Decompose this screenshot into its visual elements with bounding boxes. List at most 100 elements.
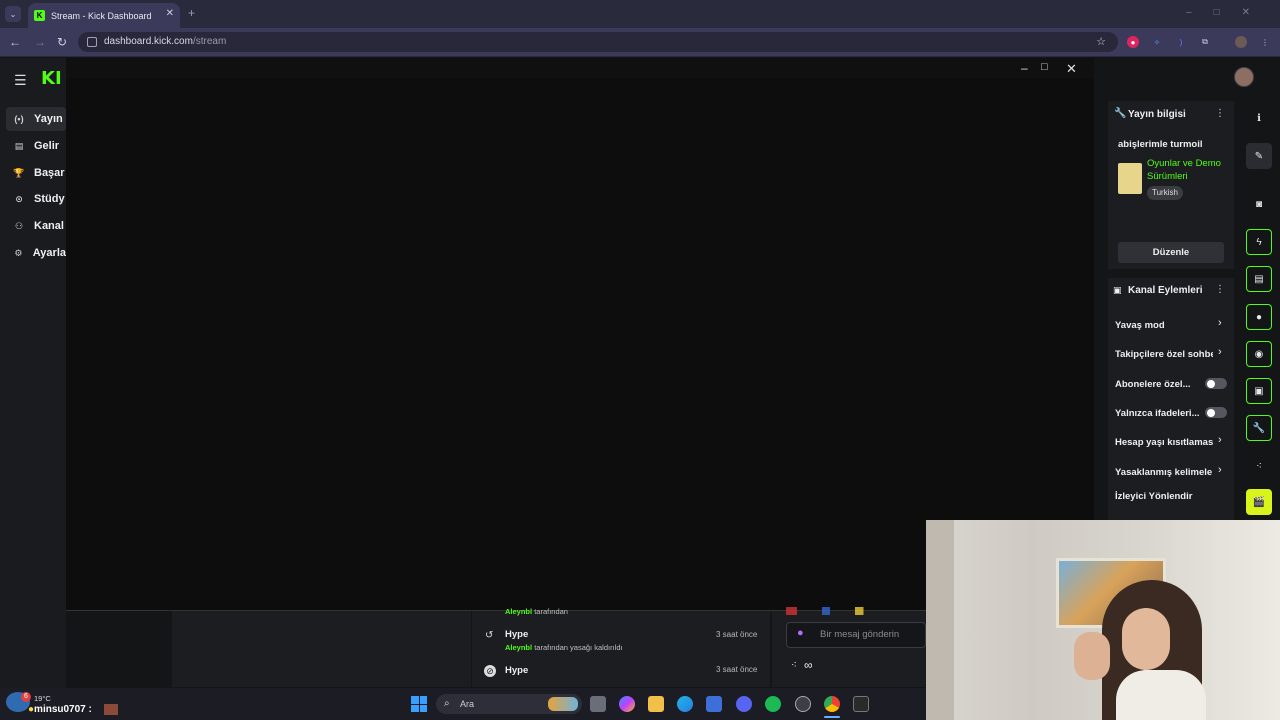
sidebar-item-basarimlar[interactable]: 🏆 Başar <box>0 161 66 185</box>
channel-actions-icon[interactable]: ▣ <box>1246 378 1272 404</box>
wrench-icon: 🔧 <box>1114 108 1127 119</box>
url-domain: dashboard.kick.com <box>104 36 193 47</box>
store-icon[interactable] <box>706 696 722 712</box>
hamburger-menu-icon[interactable]: ☰ <box>14 72 27 89</box>
sidebar-item-yayin[interactable]: (•) Yayın <box>6 107 66 131</box>
reload-icon[interactable]: ↻ <box>57 35 67 49</box>
webcam-person-hand <box>1074 632 1110 680</box>
panel-menu-icon[interactable]: ⋮ <box>1215 108 1225 119</box>
user-label-emote-icon <box>104 704 118 715</box>
sidebar-item-label: Stüdy <box>34 193 65 205</box>
log-time: 3 saat önce <box>716 630 758 639</box>
popup-titlebar[interactable] <box>66 58 1094 78</box>
sidebar-item-gelir[interactable]: ▤ Gelir <box>0 134 66 158</box>
sidebar-item-label: Ayarla <box>32 247 66 259</box>
translate-extension-icon[interactable]: ✧ <box>1151 36 1163 48</box>
spotify-icon[interactable] <box>765 696 781 712</box>
sidebar-item-kanal[interactable]: ⚇ Kanal <box>0 214 66 238</box>
users-icon[interactable]: ⁖ <box>1246 453 1272 479</box>
audio-extension-icon[interactable]: ) <box>1175 36 1187 48</box>
steam-icon[interactable] <box>795 696 811 712</box>
tab-list-chevron-icon[interactable]: ⌄ <box>5 6 21 22</box>
microphone-icon[interactable]: ● <box>797 627 804 639</box>
search-label: Ara <box>460 699 475 709</box>
extensions-puzzle-icon[interactable]: ⧉ <box>1199 36 1211 48</box>
log-user[interactable]: Hype <box>505 629 528 640</box>
chat-input[interactable]: Bir mesaj gönderin <box>786 622 926 648</box>
log-actor[interactable]: Aleynbl <box>505 643 532 652</box>
pencil-icon[interactable]: ✎ <box>1246 143 1272 169</box>
category-link[interactable]: Oyunlar ve Demo Sürümleri <box>1147 157 1227 183</box>
log-action: tarafından yasağı kaldırıldı <box>534 643 623 652</box>
forward-arrow-icon[interactable]: → <box>34 35 46 49</box>
maximize-icon[interactable]: □ <box>1041 61 1048 73</box>
banned-words-label[interactable]: Yasaklanmış kelimele <box>1115 467 1213 478</box>
category-thumbnail[interactable] <box>1118 163 1142 194</box>
log-user[interactable]: Hype <box>505 665 528 676</box>
users-icon[interactable]: ⁖ <box>791 660 797 671</box>
sidebar-item-label: Gelir <box>34 140 60 152</box>
emote-strip[interactable] <box>786 607 924 615</box>
weather-temp[interactable]: 19°C <box>34 694 51 703</box>
account-age-label[interactable]: Hesap yaşı kısıtlaması <box>1115 437 1213 448</box>
log-entry-partial: Aleynbl tarafından <box>505 607 568 616</box>
channel-actions-icon: ▣ <box>1113 285 1122 295</box>
epic-games-icon[interactable] <box>853 696 869 712</box>
kick-favicon-icon: K <box>34 10 45 21</box>
back-arrow-icon[interactable]: ← <box>9 35 21 49</box>
info-icon[interactable]: ℹ <box>1246 105 1272 131</box>
kick-logo[interactable]: KI <box>41 68 62 89</box>
chevron-right-icon[interactable]: › <box>1218 317 1222 329</box>
infinity-icon[interactable]: ∞ <box>804 658 813 672</box>
bookmark-star-icon[interactable]: ☆ <box>1096 32 1106 52</box>
chevron-right-icon[interactable]: › <box>1218 434 1222 446</box>
extension-red-icon[interactable]: ● <box>1127 36 1139 48</box>
sidebar-item-label: Başar <box>34 167 65 179</box>
screenshot-icon[interactable]: ◙ <box>1246 191 1272 217</box>
clapperboard-icon[interactable]: 🎬 <box>1246 489 1272 515</box>
profile-avatar-icon[interactable] <box>1235 36 1247 48</box>
emotes-only-toggle[interactable] <box>1205 407 1227 418</box>
wrench-icon[interactable]: 🔧 <box>1246 415 1272 441</box>
user-avatar[interactable] <box>1234 67 1254 87</box>
broadcast-icon: (•) <box>14 114 24 124</box>
browser-tab[interactable]: K Stream - Kick Dashboard ✕ <box>28 3 180 28</box>
unban-icon: ↺ <box>485 630 494 641</box>
lightning-icon[interactable]: ϟ <box>1246 229 1272 255</box>
edit-button[interactable]: Düzenle <box>1118 242 1224 263</box>
chrome-icon[interactable] <box>824 696 840 712</box>
followers-only-label[interactable]: Takipçilere özel sohbe <box>1115 349 1213 360</box>
chat-bubble-icon[interactable]: ● <box>1246 304 1272 330</box>
language-tag: Turkish <box>1147 186 1183 200</box>
chevron-right-icon[interactable]: › <box>1218 346 1222 358</box>
task-view-icon[interactable] <box>590 696 606 712</box>
browser-menu-icon[interactable]: ⋮ <box>1259 36 1271 48</box>
edge-browser-icon[interactable] <box>677 696 693 712</box>
stream-info-title: Yayın bilgisi <box>1128 109 1186 120</box>
windows-start-icon[interactable] <box>411 696 427 712</box>
url-path: /stream <box>192 36 227 47</box>
address-bar[interactable]: dashboard.kick.com/stream ☆ <box>78 32 1118 52</box>
sidebar-item-label: Kanal <box>34 220 64 232</box>
window-controls[interactable]: –□✕ <box>1186 7 1272 18</box>
discord-icon[interactable] <box>736 696 752 712</box>
raid-viewers-label[interactable]: İzleyici Yönlendir <box>1115 491 1225 502</box>
tab-close-icon[interactable]: ✕ <box>166 8 174 19</box>
site-info-icon[interactable] <box>87 37 97 47</box>
sidebar-item-studyo[interactable]: ⊙ Stüdy <box>0 187 66 211</box>
tab-title: Stream - Kick Dashboard <box>51 10 152 21</box>
slow-mode-label[interactable]: Yavaş mod <box>1115 320 1213 331</box>
broadcast-icon[interactable]: ◉ <box>1246 341 1272 367</box>
notes-icon[interactable]: ▤ <box>1246 266 1272 292</box>
subscribers-only-toggle[interactable] <box>1205 378 1227 389</box>
minimize-icon[interactable]: – <box>1021 61 1028 75</box>
file-explorer-icon[interactable] <box>648 696 664 712</box>
copilot-icon[interactable] <box>619 696 635 712</box>
new-tab-plus-icon[interactable]: + <box>188 6 195 20</box>
taskbar-search[interactable]: ⌕ Ara <box>436 694 582 714</box>
panel-menu-icon[interactable]: ⋮ <box>1215 284 1225 295</box>
chevron-right-icon[interactable]: › <box>1218 464 1222 476</box>
close-icon[interactable]: ✕ <box>1066 61 1077 77</box>
log-actor[interactable]: Aleynbl <box>505 607 532 616</box>
sidebar-item-ayarlar[interactable]: ⚙ Ayarla <box>0 241 66 265</box>
